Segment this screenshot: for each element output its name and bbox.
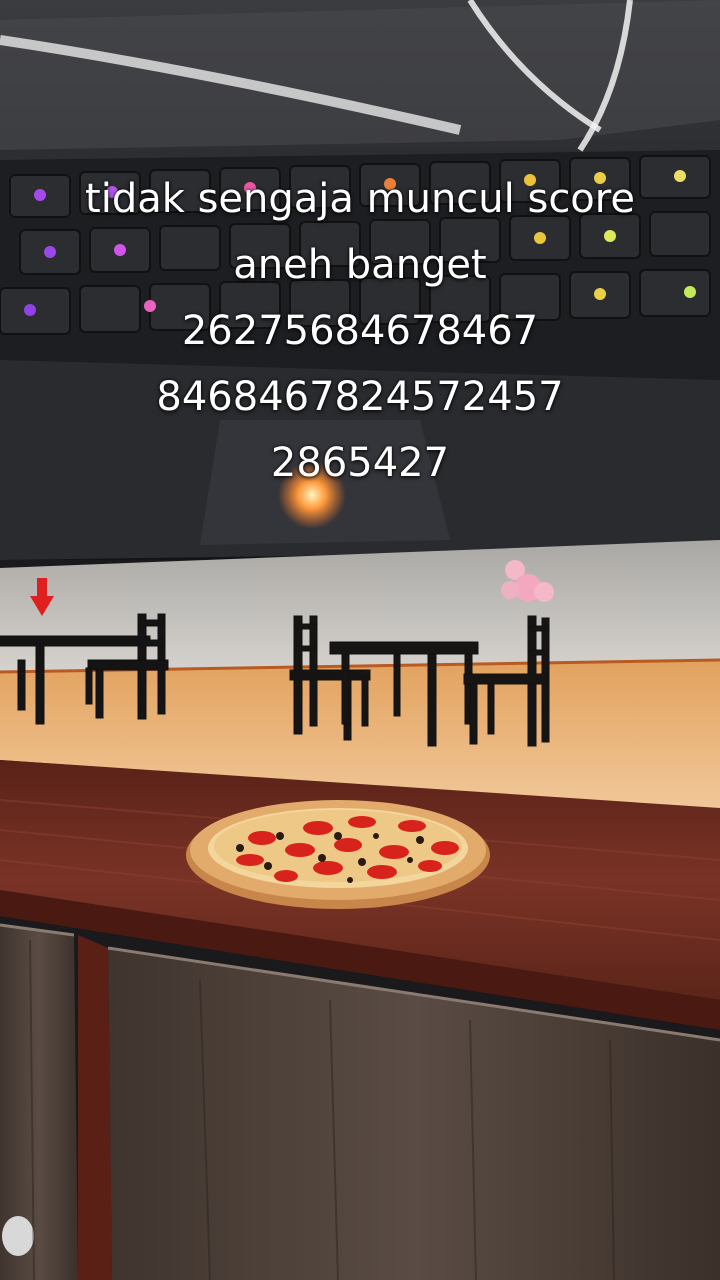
caption-line-2: aneh banget bbox=[233, 242, 487, 288]
overlay-caption: tidak sengaja muncul score aneh banget 2… bbox=[0, 166, 720, 496]
cabinet-knob[interactable] bbox=[2, 1216, 34, 1256]
game-scene: tidak sengaja muncul score aneh banget 2… bbox=[0, 0, 720, 1280]
caption-line-5: 2865427 bbox=[270, 440, 450, 486]
caption-line-4: 8468467824572457 bbox=[156, 374, 564, 420]
pizza[interactable] bbox=[186, 800, 490, 909]
caption-line-3: 26275684678467 bbox=[181, 308, 539, 354]
caption-line-1: tidak sengaja muncul score bbox=[85, 176, 635, 222]
